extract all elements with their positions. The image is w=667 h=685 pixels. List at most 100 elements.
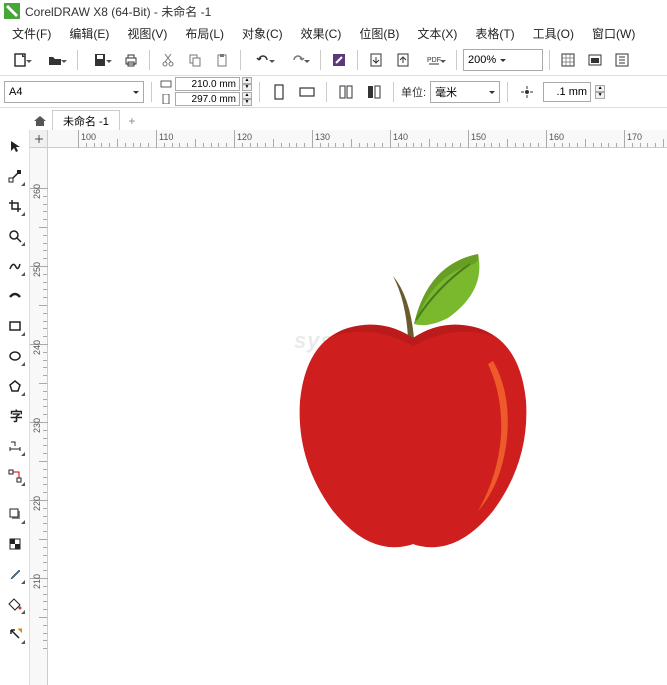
units-combo[interactable]: 毫米	[430, 81, 500, 103]
separator	[240, 50, 241, 70]
separator	[393, 82, 394, 102]
crop-tool[interactable]	[3, 194, 27, 218]
menu-table[interactable]: 表格(T)	[467, 23, 522, 44]
nudge-icon	[515, 80, 539, 104]
app-logo-icon	[4, 3, 20, 19]
units-value: 毫米	[435, 84, 457, 100]
menubar: 文件(F) 编辑(E) 视图(V) 布局(L) 对象(C) 效果(C) 位图(B…	[0, 22, 667, 44]
ruler-tick: 260	[30, 188, 48, 189]
menu-layout[interactable]: 布局(L)	[177, 23, 232, 44]
titlebar: CorelDRAW X8 (64-Bit) - 未命名 -1	[0, 0, 667, 22]
menu-text[interactable]: 文本(X)	[409, 23, 465, 44]
nudge-up[interactable]: ▲	[595, 85, 605, 92]
new-button[interactable]	[4, 48, 36, 72]
drawing-canvas[interactable]: system.c	[48, 148, 667, 685]
export-button[interactable]	[391, 48, 415, 72]
page-size-combo[interactable]: A4	[4, 81, 144, 103]
nudge-input[interactable]	[543, 82, 591, 102]
vertical-ruler[interactable]: 260250240230220210	[30, 148, 48, 685]
copy-button[interactable]	[183, 48, 207, 72]
undo-button[interactable]	[247, 48, 279, 72]
window-title: CorelDRAW X8 (64-Bit) - 未命名 -1	[25, 3, 211, 20]
zoom-tool[interactable]	[3, 224, 27, 248]
width-up[interactable]: ▲	[242, 77, 252, 84]
rectangle-tool[interactable]	[3, 314, 27, 338]
ruler-tick: 240	[30, 344, 48, 345]
document-tabbar: 未命名 -1 +	[0, 108, 667, 130]
snap-button[interactable]	[556, 48, 580, 72]
page-height-input[interactable]	[175, 92, 240, 106]
dimension-tool[interactable]	[3, 434, 27, 458]
open-button[interactable]	[39, 48, 71, 72]
menu-edit[interactable]: 编辑(E)	[61, 23, 117, 44]
drop-shadow-tool[interactable]	[3, 502, 27, 526]
fullscreen-button[interactable]	[583, 48, 607, 72]
height-icon	[159, 93, 173, 105]
menu-object[interactable]: 对象(C)	[234, 23, 291, 44]
menu-view[interactable]: 视图(V)	[119, 23, 175, 44]
redo-button[interactable]	[282, 48, 314, 72]
ruler-tick: 130	[312, 130, 313, 148]
menu-bitmap[interactable]: 位图(B)	[351, 23, 407, 44]
paste-button[interactable]	[210, 48, 234, 72]
zoom-value: 200%	[468, 54, 496, 66]
separator	[456, 50, 457, 70]
horizontal-ruler[interactable]: 100110120130140150160170180	[48, 130, 667, 148]
fill-tool[interactable]	[3, 592, 27, 616]
separator	[151, 82, 152, 102]
save-button[interactable]	[84, 48, 116, 72]
page-size-value: A4	[9, 86, 22, 98]
ruler-tick: 230	[30, 422, 48, 423]
standard-toolbar: PDF 200%	[0, 44, 667, 76]
apple-drawing[interactable]	[288, 246, 538, 556]
text-tool[interactable]: 字	[3, 404, 27, 428]
publish-pdf-button[interactable]: PDF	[418, 48, 450, 72]
menu-window[interactable]: 窗口(W)	[584, 23, 643, 44]
add-tab-button[interactable]: +	[122, 112, 142, 130]
search-button[interactable]	[327, 48, 351, 72]
pick-tool[interactable]	[3, 134, 27, 158]
menu-effects[interactable]: 效果(C)	[293, 23, 350, 44]
zoom-combo[interactable]: 200%	[463, 49, 543, 71]
all-pages-button[interactable]	[334, 80, 358, 104]
freehand-tool[interactable]	[3, 254, 27, 278]
welcome-tab-icon[interactable]	[30, 112, 50, 130]
outline-tool[interactable]	[3, 622, 27, 646]
cut-button[interactable]	[156, 48, 180, 72]
eyedropper-tool[interactable]	[3, 562, 27, 586]
width-down[interactable]: ▼	[242, 84, 252, 91]
options-button[interactable]	[610, 48, 634, 72]
svg-text:PDF: PDF	[427, 57, 441, 64]
artistic-media-tool[interactable]	[3, 284, 27, 308]
ruler-tick: 150	[468, 130, 469, 148]
ruler-origin[interactable]	[30, 130, 48, 148]
separator	[259, 82, 260, 102]
separator	[149, 50, 150, 70]
height-down[interactable]: ▼	[242, 99, 252, 106]
transparency-tool[interactable]	[3, 532, 27, 556]
print-button[interactable]	[119, 48, 143, 72]
ruler-tick: 120	[234, 130, 235, 148]
workspace: 字 100110120130140150160170180 2602502402…	[0, 130, 667, 685]
separator	[507, 82, 508, 102]
units-label: 单位:	[401, 84, 426, 100]
connector-tool[interactable]	[3, 464, 27, 488]
height-up[interactable]: ▲	[242, 92, 252, 99]
menu-file[interactable]: 文件(F)	[4, 23, 59, 44]
nudge-down[interactable]: ▼	[595, 92, 605, 99]
shape-tool[interactable]	[3, 164, 27, 188]
current-page-button[interactable]	[362, 80, 386, 104]
toolbox: 字	[0, 130, 30, 685]
separator	[549, 50, 550, 70]
import-button[interactable]	[364, 48, 388, 72]
page-dimensions: ▲▼ ▲▼	[159, 77, 252, 106]
separator	[326, 82, 327, 102]
landscape-button[interactable]	[295, 80, 319, 104]
ellipse-tool[interactable]	[3, 344, 27, 368]
menu-tools[interactable]: 工具(O)	[525, 23, 582, 44]
ruler-tick: 220	[30, 500, 48, 501]
polygon-tool[interactable]	[3, 374, 27, 398]
portrait-button[interactable]	[267, 80, 291, 104]
document-tab[interactable]: 未命名 -1	[52, 110, 120, 130]
page-width-input[interactable]	[175, 77, 240, 91]
